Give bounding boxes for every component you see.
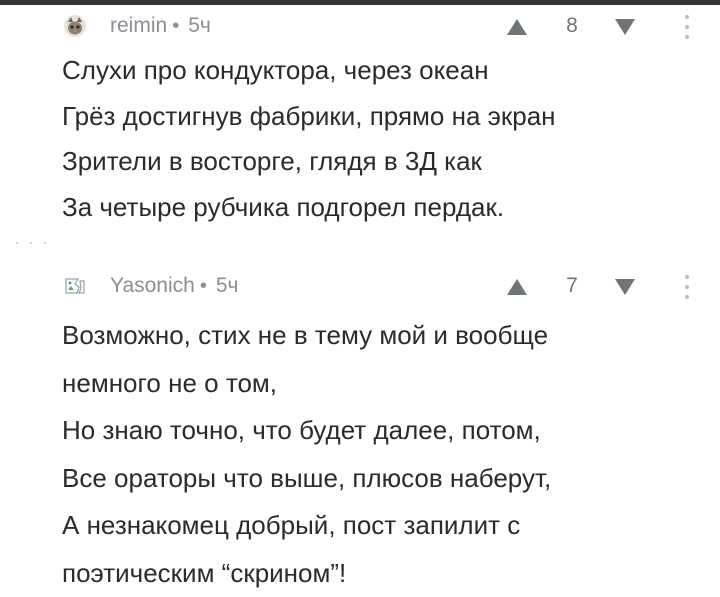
separator-dot: • — [172, 15, 179, 38]
comment-text: Слухи про кондуктора, через океан Грёз д… — [62, 48, 702, 230]
comment-line: Возможно, стих не в тему мой и вообще — [62, 312, 702, 360]
comment-header: Yasonich • 5ч — [64, 275, 238, 297]
cat-avatar-icon — [64, 15, 86, 37]
timestamp: 5ч — [188, 14, 211, 38]
upvote-icon[interactable] — [506, 278, 528, 296]
more-options-icon[interactable] — [679, 275, 695, 299]
comment-line: За четыре рубчика подгорел пердак. — [62, 185, 702, 231]
comment-line: Но знаю точно, что будет далее, потом, — [62, 407, 702, 455]
upvote-icon[interactable] — [506, 18, 528, 36]
broken-image-avatar-icon — [64, 275, 86, 297]
separator-dot: • — [200, 275, 207, 298]
comment-line: Все ораторы что выше, плюсов наберут, — [62, 455, 702, 503]
comment-text: Возможно, стих не в тему мой и вообще не… — [62, 312, 702, 597]
comment-line: немного не о том, — [62, 360, 702, 408]
username[interactable]: reimin — [110, 14, 167, 38]
avatar[interactable] — [64, 275, 86, 297]
score: 8 — [560, 14, 584, 38]
avatar[interactable] — [64, 15, 86, 37]
thread-divider — [14, 240, 54, 246]
comment-line: поэтическим “скрином”! — [62, 550, 702, 597]
downvote-icon[interactable] — [614, 18, 636, 36]
score: 7 — [560, 274, 584, 298]
username[interactable]: Yasonich — [110, 274, 195, 298]
comment-line: Зрители в восторге, глядя в 3Д как — [62, 139, 702, 185]
top-bar — [0, 0, 720, 5]
more-options-icon[interactable] — [679, 15, 695, 39]
timestamp: 5ч — [216, 274, 239, 298]
comment-header: reimin • 5ч — [64, 15, 211, 37]
comment-line: Грёз достигнув фабрики, прямо на экран — [62, 94, 702, 140]
comment-line: Слухи про кондуктора, через океан — [62, 48, 702, 94]
downvote-icon[interactable] — [614, 278, 636, 296]
comment-line: А незнакомец добрый, пост запилит с — [62, 502, 702, 550]
